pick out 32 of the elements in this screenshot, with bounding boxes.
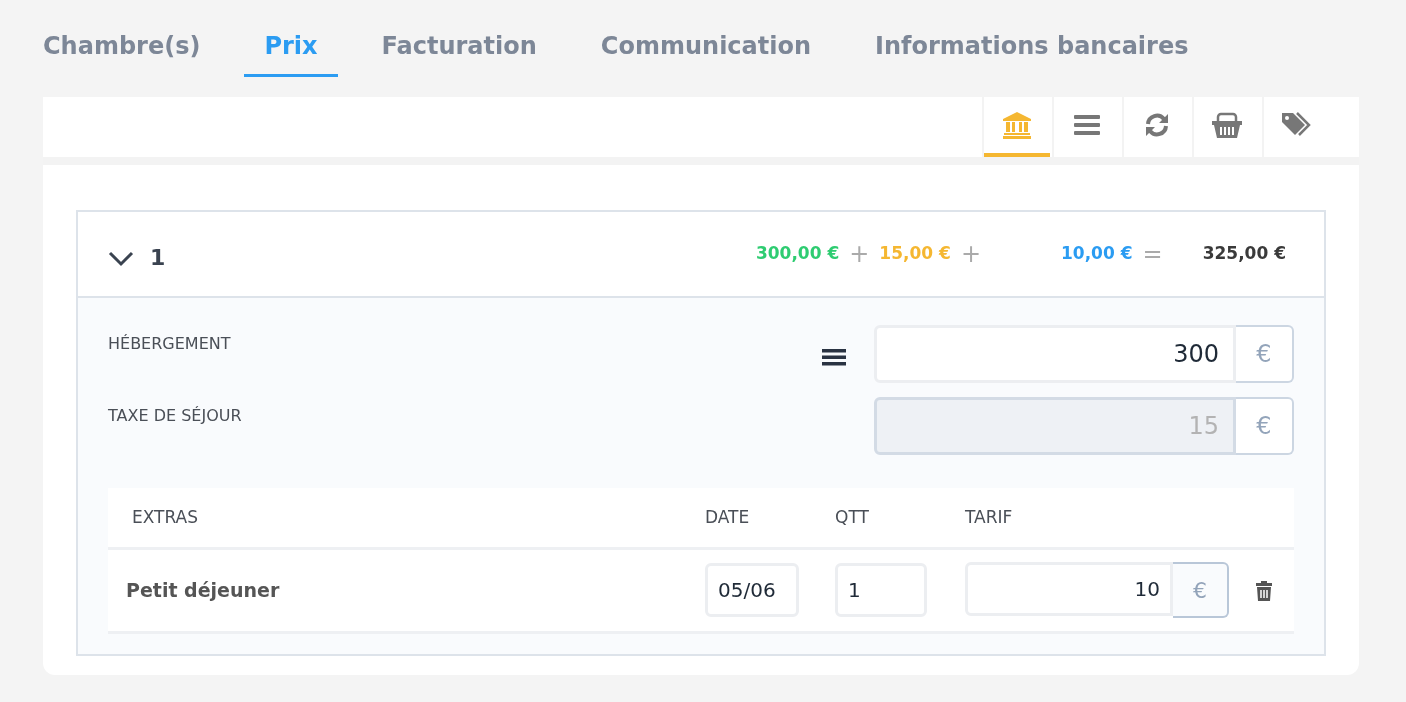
tab[interactable]: Informations bancaires <box>855 28 1209 77</box>
operator-text: + <box>960 242 981 266</box>
amount-text: 15,00 € <box>879 242 951 266</box>
currency-addon: € <box>1173 562 1229 618</box>
amount-field[interactable]: 300 <box>874 325 1236 383</box>
room-number: 1 <box>150 243 166 272</box>
column-header: QTT <box>835 506 869 527</box>
amount-text: 300,00 € <box>755 242 840 266</box>
tab[interactable]: Communication <box>580 28 832 77</box>
date-field[interactable]: 05/06 <box>705 563 799 617</box>
tab[interactable]: Facturation <box>361 28 557 77</box>
refresh-icon <box>1144 112 1170 138</box>
bank-icon <box>1002 111 1032 139</box>
price-field[interactable]: 10 <box>965 562 1173 616</box>
column-header: TARIF <box>965 506 1013 527</box>
operator-text: = <box>1142 242 1163 266</box>
total-amount: 325,00 € <box>1202 242 1286 266</box>
tab[interactable]: Prix <box>244 28 338 77</box>
field-label: TAXE DE SÉJOUR <box>108 405 243 427</box>
operator-text: + <box>849 242 870 266</box>
column-header: EXTRAS <box>132 506 199 527</box>
currency-addon: € <box>1236 325 1294 383</box>
amount-text: 10,00 € <box>1061 242 1133 266</box>
quantity-field[interactable]: 1 <box>835 563 927 617</box>
column-header: DATE <box>705 506 750 527</box>
trash-icon[interactable] <box>1255 578 1273 598</box>
basket-icon <box>1211 111 1243 139</box>
menu-icon <box>1074 114 1100 136</box>
currency-addon: € <box>1236 397 1294 455</box>
extra-name: Petit déjeuner <box>126 578 280 601</box>
field-label: HÉBERGEMENT <box>108 333 232 355</box>
tab[interactable]: Chambre(s) <box>23 28 221 77</box>
